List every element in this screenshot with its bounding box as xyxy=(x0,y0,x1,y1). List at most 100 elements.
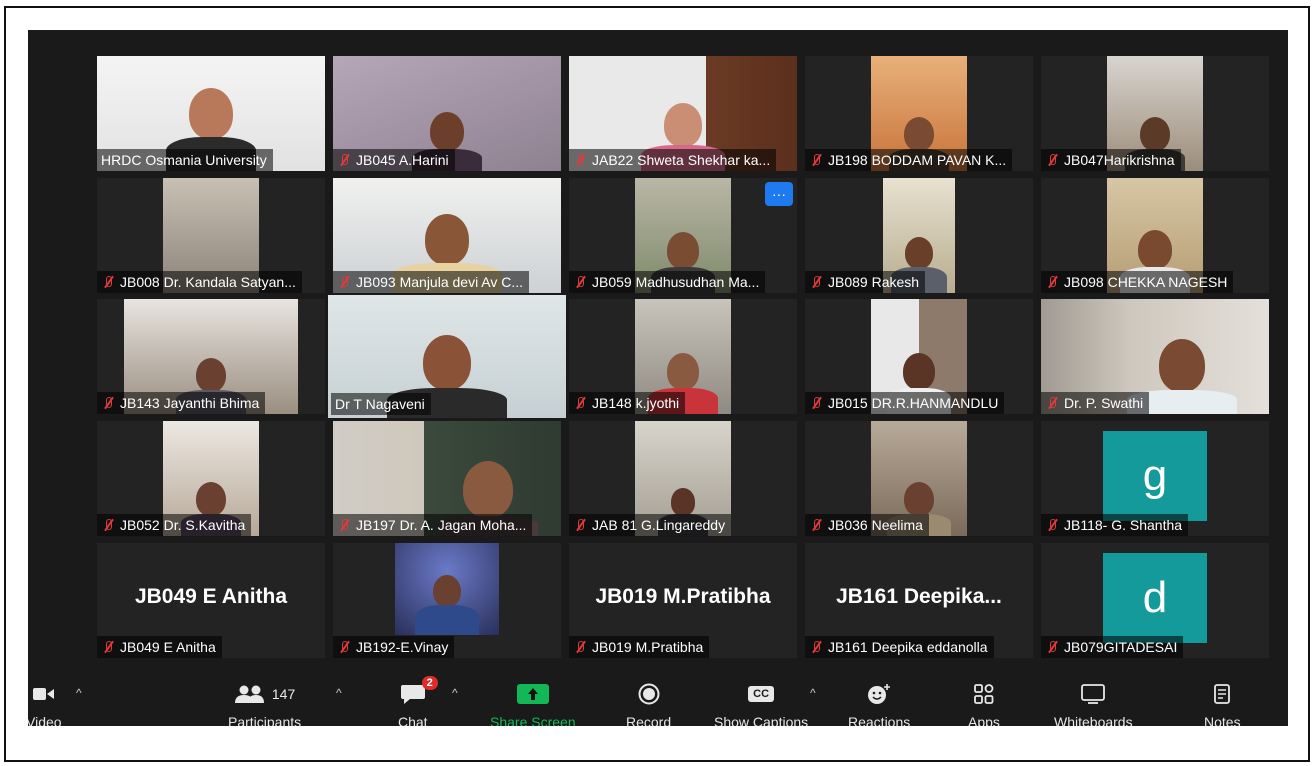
participants-icon: 147 xyxy=(234,682,295,706)
share-screen-button[interactable]: Share Screen xyxy=(490,682,576,726)
chat-options-chevron-icon[interactable]: ^ xyxy=(452,686,458,700)
participant-figure xyxy=(415,574,479,635)
apps-button[interactable]: Apps xyxy=(968,682,1000,726)
participant-name-label: Dr. P. Swathi xyxy=(1041,392,1150,414)
participant-name-label: JB079GITADESAI xyxy=(1041,636,1184,658)
participant-name-label: JB047Harikrishna xyxy=(1041,149,1181,171)
video-tile[interactable]: JB089 Rakesh xyxy=(805,178,1033,293)
show-captions-button[interactable]: CC Show Captions xyxy=(714,682,808,726)
video-tile[interactable]: JB036 Neelima xyxy=(805,421,1033,536)
video-tile[interactable]: JB198 BODDAM PAVAN K... xyxy=(805,56,1033,171)
video-tile[interactable]: JB047Harikrishna xyxy=(1041,56,1269,171)
participants-button[interactable]: 147 Participants xyxy=(228,682,301,726)
video-tile[interactable]: JB045 A.Harini xyxy=(333,56,561,171)
apps-icon xyxy=(973,682,995,706)
video-options-chevron-icon[interactable]: ^ xyxy=(76,686,82,700)
video-tile[interactable]: JB008 Dr. Kandala Satyan... xyxy=(97,178,325,293)
participant-name-label: JB049 E Anitha xyxy=(97,636,222,658)
participant-name-label: JB059 Madhusudhan Ma... xyxy=(569,271,766,293)
muted-mic-icon xyxy=(337,153,351,167)
zoom-meeting-window: HRDC Osmania University JB045 A.Harini J… xyxy=(28,30,1288,726)
video-tile[interactable]: JB192-E.Vinay xyxy=(333,543,561,658)
participant-avatar: d xyxy=(1103,553,1207,643)
video-tile[interactable]: JB019 M.Pratibha JB019 M.Pratibha xyxy=(569,543,797,658)
video-tile[interactable]: Dr. P. Swathi xyxy=(1041,299,1269,414)
muted-mic-icon xyxy=(337,275,351,289)
participant-name-label: JB143 Jayanthi Bhima xyxy=(97,392,266,414)
notes-icon xyxy=(1212,682,1232,706)
participant-name-label: JB036 Neelima xyxy=(805,514,929,536)
video-camera-icon xyxy=(32,682,55,706)
chat-bubble-icon: 2 xyxy=(400,676,438,706)
participant-avatar: g xyxy=(1103,431,1207,521)
video-tile[interactable]: JB015 DR.R.HANMANDLU xyxy=(805,299,1033,414)
video-tile[interactable]: JAB 81 G.Lingareddy xyxy=(569,421,797,536)
muted-mic-icon xyxy=(1045,396,1059,410)
participant-name-label: JB198 BODDAM PAVAN K... xyxy=(805,149,1013,171)
video-tile[interactable]: JB143 Jayanthi Bhima xyxy=(97,299,325,414)
reactions-button[interactable]: Reactions xyxy=(848,682,910,726)
participant-name-label: JB019 M.Pratibha xyxy=(569,636,710,658)
record-icon xyxy=(638,682,660,706)
participant-name-label: Dr T Nagaveni xyxy=(331,393,431,415)
reaction-emoji-icon xyxy=(866,682,892,706)
muted-mic-icon xyxy=(573,396,587,410)
video-tile[interactable]: g JB118- G. Shantha xyxy=(1041,421,1269,536)
whiteboard-icon xyxy=(1080,682,1106,706)
participant-display-name: JB019 M.Pratibha xyxy=(595,585,771,608)
captions-options-chevron-icon[interactable]: ^ xyxy=(810,686,816,700)
participant-name-label: JB089 Rakesh xyxy=(805,271,926,293)
chat-button[interactable]: 2 Chat xyxy=(398,676,438,726)
participant-name-label: JB148 k.jyothi xyxy=(569,392,686,414)
meeting-toolbar: Video ^ 147 Participants ^ 2 Chat ^ Shar… xyxy=(28,676,1288,726)
video-tile[interactable]: d JB079GITADESAI xyxy=(1041,543,1269,658)
muted-mic-icon xyxy=(809,396,823,410)
muted-mic-icon xyxy=(809,518,823,532)
whiteboards-button[interactable]: Whiteboards xyxy=(1054,682,1133,726)
participant-name-label: JB045 A.Harini xyxy=(333,149,455,171)
muted-mic-icon xyxy=(573,275,587,289)
video-feed xyxy=(395,543,499,635)
muted-mic-icon xyxy=(1045,640,1059,654)
notes-button[interactable]: Notes xyxy=(1204,682,1241,726)
participant-display-name: JB161 Deepika... xyxy=(836,585,1002,608)
muted-mic-icon xyxy=(573,640,587,654)
video-tile[interactable]: JB052 Dr. S.Kavitha xyxy=(97,421,325,536)
video-tile-active-speaker[interactable]: Dr T Nagaveni xyxy=(328,295,566,418)
video-tile[interactable]: JB049 E Anitha JB049 E Anitha xyxy=(97,543,325,658)
participant-name-label: JB093 Manjula devi Av C... xyxy=(333,271,530,293)
participant-name-label: JB161 Deepika eddanolla xyxy=(805,636,994,658)
participants-count: 147 xyxy=(271,686,296,702)
more-options-button[interactable]: ··· xyxy=(765,182,793,206)
participant-name-label: JAB22 Shweta Shekhar ka... xyxy=(569,149,777,171)
video-tile[interactable]: JB093 Manjula devi Av C... xyxy=(333,178,561,293)
participant-name-label: JB098 CHEKKA NAGESH xyxy=(1041,271,1234,293)
video-tile[interactable]: JB098 CHEKKA NAGESH xyxy=(1041,178,1269,293)
video-button[interactable]: Video xyxy=(28,682,62,726)
muted-mic-icon xyxy=(337,640,351,654)
participant-name-label: JB008 Dr. Kandala Satyan... xyxy=(97,271,302,293)
muted-mic-icon xyxy=(101,396,115,410)
muted-mic-icon xyxy=(1045,153,1059,167)
muted-mic-icon xyxy=(1045,518,1059,532)
record-button[interactable]: Record xyxy=(626,682,671,726)
video-tile[interactable]: HRDC Osmania University xyxy=(97,56,325,171)
muted-mic-icon xyxy=(101,640,115,654)
participant-name-label: JB192-E.Vinay xyxy=(333,636,455,658)
participants-options-chevron-icon[interactable]: ^ xyxy=(336,686,342,700)
participant-name-label: JB197 Dr. A. Jagan Moha... xyxy=(333,514,533,536)
video-tile[interactable]: JAB22 Shweta Shekhar ka... xyxy=(569,56,797,171)
video-tile[interactable]: JB197 Dr. A. Jagan Moha... xyxy=(333,421,561,536)
video-tile[interactable]: JB161 Deepika... JB161 Deepika eddanolla xyxy=(805,543,1033,658)
muted-mic-icon xyxy=(809,153,823,167)
muted-mic-icon xyxy=(573,518,587,532)
video-tile[interactable]: JB148 k.jyothi xyxy=(569,299,797,414)
muted-mic-icon xyxy=(101,518,115,532)
muted-mic-icon xyxy=(573,153,587,167)
muted-mic-icon xyxy=(1045,275,1059,289)
video-tile[interactable]: ··· JB059 Madhusudhan Ma... xyxy=(569,178,797,293)
screenshot-frame: HRDC Osmania University JB045 A.Harini J… xyxy=(4,6,1310,762)
muted-mic-icon xyxy=(809,275,823,289)
participant-name-label: JB118- G. Shantha xyxy=(1041,514,1189,536)
share-screen-arrow-icon xyxy=(516,682,549,706)
